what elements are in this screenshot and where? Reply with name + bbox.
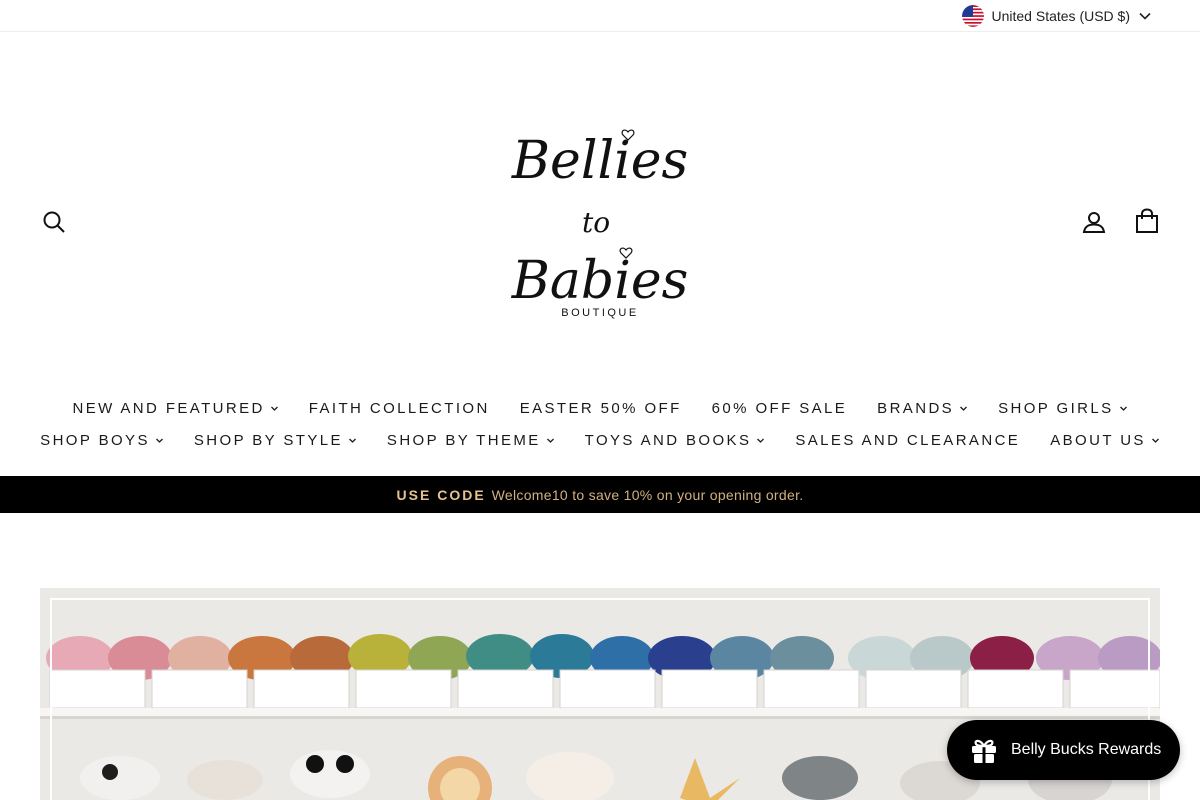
nav-faith-collection[interactable]: FAITH COLLECTION [309,396,490,420]
nav-label: SHOP BY THEME [386,431,541,449]
nav-shop-by-style[interactable]: SHOP BY STYLE [194,428,357,452]
chevron-down-icon [546,438,554,443]
logo-line-2: to [582,206,610,239]
nav-easter-sale[interactable]: EASTER 50% OFF [520,396,682,420]
logo-line-4: BOUTIQUE [561,307,639,319]
nav-label: SALES AND CLEARANCE [795,431,1021,449]
nav-shop-by-theme[interactable]: SHOP BY THEME [387,428,555,452]
nav-shop-girls[interactable]: SHOP GIRLS [998,396,1127,420]
nav-label: FAITH COLLECTION [308,399,490,417]
nav-brands[interactable]: BRANDS [877,396,968,420]
search-icon[interactable] [42,210,66,234]
nav-shop-boys[interactable]: SHOP BOYS [40,428,164,452]
logo-wordmark: Bellies to Babies [511,129,689,311]
account-icon[interactable] [1082,210,1106,234]
main-nav-row-1: NEW AND FEATURED FAITH COLLECTION EASTER… [0,396,1200,420]
rewards-launcher-label: Belly Bucks Rewards [1011,741,1162,758]
nav-label: SHOP BY STYLE [193,431,343,449]
main-nav-row-2: SHOP BOYS SHOP BY STYLE SHOP BY THEME TO… [0,428,1200,452]
nav-label: 60% OFF SALE [711,399,848,417]
nav-new-and-featured[interactable]: NEW AND FEATURED [72,396,278,420]
nav-label: SHOP GIRLS [998,399,1114,417]
top-utility-bar: United States (USD $) [0,0,1200,32]
announcement-code-label: USE CODE [396,486,486,503]
store-logo[interactable]: Bellies to Babies BOUTIQUE [500,100,700,340]
chevron-down-icon [1139,12,1151,20]
logo-line-3: Babies [511,251,689,311]
chevron-down-icon [155,438,163,443]
nav-toys-and-books[interactable]: TOYS AND BOOKS [585,428,766,452]
nav-about-us[interactable]: ABOUT US [1050,428,1160,452]
nav-label: BRANDS [877,399,955,417]
nav-label: SHOP BOYS [40,431,150,449]
announcement-bar: USE CODE Welcome10 to save 10% on your o… [0,476,1200,513]
nav-label: ABOUT US [1050,431,1146,449]
us-flag-icon [961,5,984,27]
chevron-down-icon [1151,438,1159,443]
chevron-down-icon [960,406,968,411]
chevron-down-icon [348,438,356,443]
nav-label: NEW AND FEATURED [72,399,265,417]
chevron-down-icon [757,438,765,443]
nav-label: EASTER 50% OFF [519,399,682,417]
currency-selector-label: United States (USD $) [991,8,1131,24]
announcement-message: Welcome10 to save 10% on your opening or… [491,486,804,503]
nav-sales-and-clearance[interactable]: SALES AND CLEARANCE [795,428,1020,452]
cart-icon[interactable] [1134,208,1160,234]
chevron-down-icon [270,406,278,411]
chevron-down-icon [1119,406,1127,411]
rewards-launcher-button[interactable]: Belly Bucks Rewards [947,720,1180,780]
gift-icon [972,739,996,763]
currency-selector[interactable]: United States (USD $) [961,5,1153,27]
logo-line-1: Bellies [511,131,688,191]
nav-60-off-sale[interactable]: 60% OFF SALE [712,396,848,420]
nav-label: TOYS AND BOOKS [584,431,752,449]
